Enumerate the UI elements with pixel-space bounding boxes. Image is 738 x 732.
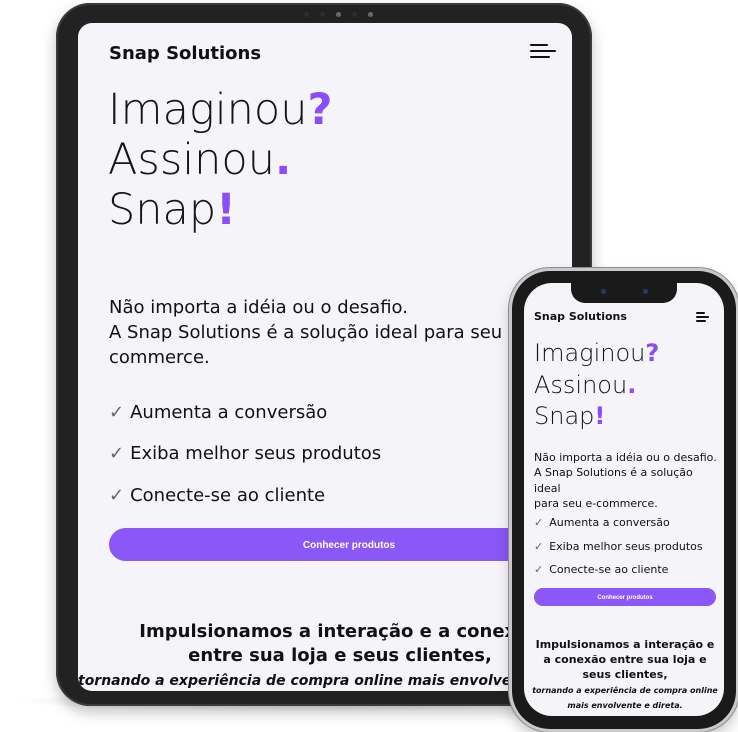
tablet-screen: Snap Solutions Imaginou? Assinou. Snap! … bbox=[78, 23, 572, 691]
hamburger-menu-icon[interactable] bbox=[530, 44, 556, 62]
check-icon: ✓ bbox=[534, 563, 544, 576]
check-icon: ✓ bbox=[109, 485, 125, 506]
feature-item: ✓ Exiba melhor seus produtos bbox=[109, 443, 382, 464]
hero-description: Não importa a idéia ou o desafio. A Snap… bbox=[109, 297, 526, 369]
feature-item: ✓ Conecte-se ao cliente bbox=[534, 563, 669, 576]
section-title: Impulsionamos a interação e a conexão en… bbox=[535, 638, 715, 681]
conhecer-produtos-button[interactable]: Conhecer produtos bbox=[109, 528, 572, 561]
check-icon: ✓ bbox=[534, 540, 544, 553]
phone-mockup: Snap Solutions Imaginou? Assinou. Snap! … bbox=[512, 271, 736, 729]
hero-description: Não importa a idéia ou o desafio. A Snap… bbox=[534, 451, 717, 511]
section-title: Impulsionamos a interação e a conexão en… bbox=[139, 621, 541, 667]
feature-item: ✓ Aumenta a conversão bbox=[109, 402, 328, 423]
brand-logo[interactable]: Snap Solutions bbox=[109, 43, 261, 64]
hero-heading: Imaginou? Assinou. Snap! bbox=[108, 85, 333, 235]
section-subtitle: tornando a experiência de compra online … bbox=[78, 673, 572, 689]
feature-item: ✓ Aumenta a conversão bbox=[534, 516, 670, 529]
phone-notch bbox=[571, 283, 677, 303]
brand-logo[interactable]: Snap Solutions bbox=[534, 310, 627, 323]
conhecer-produtos-button[interactable]: Conhecer produtos bbox=[534, 588, 716, 606]
feature-item: ✓ Exiba melhor seus produtos bbox=[534, 540, 703, 553]
check-icon: ✓ bbox=[534, 516, 544, 529]
feature-item: ✓ Conecte-se ao cliente bbox=[109, 485, 326, 506]
hamburger-menu-icon[interactable] bbox=[696, 312, 709, 324]
section-subtitle: tornando a experiência de compra online … bbox=[532, 686, 718, 711]
check-icon: ✓ bbox=[109, 402, 125, 423]
phone-screen: Snap Solutions Imaginou? Assinou. Snap! … bbox=[524, 283, 724, 716]
tablet-camera bbox=[304, 12, 373, 17]
hero-heading: Imaginou? Assinou. Snap! bbox=[534, 339, 660, 431]
check-icon: ✓ bbox=[109, 443, 125, 464]
